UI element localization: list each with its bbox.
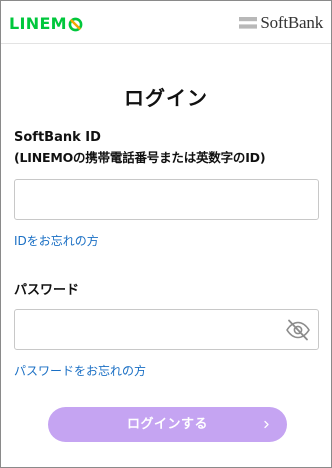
login-page: LINEM SoftBank ログイン SoftBank ID (LINEMOの…: [0, 0, 332, 468]
softbank-bars-icon: [239, 17, 258, 29]
linemo-logo[interactable]: LINEM: [9, 14, 83, 34]
softbank-logo[interactable]: SoftBank: [239, 13, 323, 33]
softbank-id-label: SoftBank ID: [14, 130, 101, 145]
password-input[interactable]: [14, 309, 319, 350]
chevron-right-icon: [264, 420, 269, 429]
softbank-logo-text: SoftBank: [260, 13, 323, 32]
softbank-id-sublabel: (LINEMOの携帯電話番号または英数字のID): [14, 150, 266, 165]
header: LINEM SoftBank: [1, 1, 331, 44]
linemo-logo-o-icon: [68, 17, 83, 31]
linemo-logo-text: LINEM: [9, 14, 67, 33]
softbank-id-input[interactable]: [14, 179, 319, 220]
password-visibility-toggle[interactable]: [284, 318, 312, 342]
forgot-password-link[interactable]: パスワードをお忘れの方: [14, 363, 146, 379]
login-button-label: ログインする: [126, 417, 208, 432]
eye-slash-icon: [286, 319, 310, 341]
password-label: パスワード: [14, 283, 80, 298]
login-button[interactable]: ログインする: [48, 407, 287, 442]
forgot-id-link[interactable]: IDをお忘れの方: [14, 233, 99, 249]
page-title: ログイン: [124, 86, 208, 110]
